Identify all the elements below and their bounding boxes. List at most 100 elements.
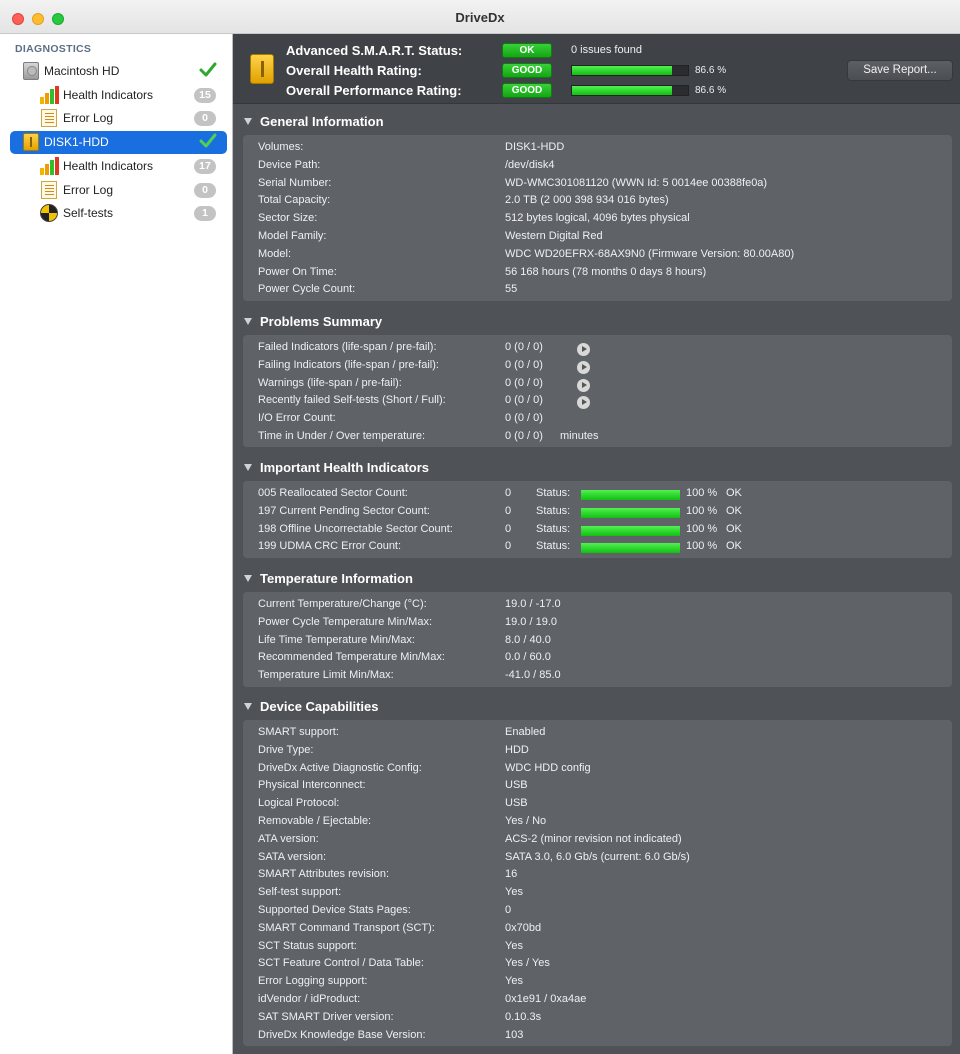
sidebar-item-label: Self-tests	[63, 206, 114, 220]
row-value: 0x1e91 / 0xa4ae	[505, 993, 587, 1005]
row-label: SMART Command Transport (SCT):	[258, 921, 435, 934]
row-value: 0 (0 / 0)	[505, 341, 543, 353]
row-value: 0	[505, 540, 512, 553]
indicator-state: OK	[726, 522, 742, 535]
section-title: General Information	[260, 114, 384, 129]
row-value: -41.0 / 85.0	[505, 669, 561, 682]
row-label: Model Family:	[258, 230, 327, 242]
section-toggle-general-information[interactable]: General Information	[244, 114, 384, 129]
status-pill: OK	[502, 43, 552, 58]
main-content: Advanced S.M.A.R.T. Status: OK 0 issues …	[233, 34, 960, 1054]
row-value: 19.0 / -17.0	[505, 598, 561, 610]
section-title: Device Capabilities	[260, 699, 379, 714]
row-label: Recommended Temperature Min/Max:	[258, 651, 445, 664]
bar-fill	[581, 525, 680, 536]
row-label: Model:	[258, 247, 292, 260]
indicator-state: OK	[726, 504, 742, 517]
row-label: SAT SMART Driver version:	[258, 1010, 394, 1023]
bar-fill	[572, 86, 673, 95]
performance-rating-percent: 86.6 %	[695, 85, 727, 96]
row-value: Yes	[505, 975, 523, 988]
self-test-icon	[40, 204, 58, 222]
indicator-level-bar	[581, 543, 680, 554]
row-value: Enabled	[505, 726, 546, 738]
row-label: Failing Indicators (life-span / pre-fail…	[258, 358, 439, 371]
details-arrow-button[interactable]	[577, 396, 590, 410]
row-label: SMART Attributes revision:	[258, 868, 390, 881]
count-badge: 1	[194, 206, 216, 221]
row-label: Volumes:	[258, 141, 304, 153]
indicator-percent: 100 %	[686, 487, 718, 499]
row-value: SATA 3.0, 6.0 Gb/s (current: 6.0 Gb/s)	[505, 850, 690, 863]
details-arrow-button[interactable]	[577, 378, 590, 392]
sidebar-item-error-log[interactable]: Error Log 0	[10, 179, 227, 202]
row-label: Time in Under / Over temperature:	[258, 430, 426, 442]
sidebar-item-disk1-hdd[interactable]: DISK1-HDD	[10, 131, 227, 154]
indicator-state: OK	[726, 540, 742, 553]
sidebar-item-health-indicators[interactable]: Health Indicators 17	[10, 155, 227, 178]
row-value: Yes / Yes	[505, 957, 550, 970]
window-title: DriveDx	[455, 10, 505, 25]
row-label: Error Logging support:	[258, 975, 368, 988]
status-header: Advanced S.M.A.R.T. Status: OK 0 issues …	[233, 34, 960, 104]
details-arrow-button[interactable]	[577, 343, 590, 356]
section-toggle-device-capabilities[interactable]: Device Capabilities	[244, 699, 379, 714]
row-value: 512 bytes logical, 4096 bytes physical	[505, 212, 690, 225]
row-value: Yes	[505, 886, 523, 899]
row-value: Yes	[505, 939, 523, 952]
disclosure-triangle-icon	[244, 575, 252, 582]
sidebar-item-self-tests[interactable]: Self-tests 1	[10, 202, 227, 225]
section-toggle-health-indicators[interactable]: Important Health Indicators	[244, 460, 429, 475]
health-bars-icon	[40, 157, 59, 175]
section-toggle-temperature-information[interactable]: Temperature Information	[244, 571, 413, 586]
sidebar-item-error-log[interactable]: Error Log 0	[10, 107, 227, 130]
section-title: Problems Summary	[260, 314, 383, 329]
row-value: 0	[505, 504, 512, 517]
indicator-percent: 100 %	[686, 504, 718, 517]
document-icon	[41, 109, 57, 127]
row-value: USB	[505, 797, 528, 810]
row-value: 56 168 hours (78 months 0 days 8 hours)	[505, 265, 707, 278]
sidebar-item-label: DISK1-HDD	[44, 135, 109, 149]
details-arrow-button[interactable]	[577, 360, 590, 374]
row-label: Supported Device Stats Pages:	[258, 904, 411, 916]
row-value: 19.0 / 19.0	[505, 615, 557, 628]
row-label: Warnings (life-span / pre-fail):	[258, 376, 402, 389]
row-label: 198 Offline Uncorrectable Sector Count:	[258, 522, 453, 535]
sidebar-item-macintosh-hd[interactable]: Macintosh HD	[10, 60, 227, 83]
row-label: Power On Time:	[258, 265, 337, 278]
row-label: Power Cycle Count:	[258, 283, 356, 296]
disclosure-triangle-icon	[244, 118, 252, 125]
indicator-percent: 100 %	[686, 540, 718, 553]
count-badge: 0	[194, 183, 216, 198]
indicator-state: OK	[726, 487, 742, 499]
row-label: DriveDx Knowledge Base Version:	[258, 1028, 426, 1041]
row-label: Recently failed Self-tests (Short / Full…	[258, 394, 446, 407]
row-value: DISK1-HDD	[505, 141, 565, 153]
status-label: Status:	[536, 487, 571, 499]
title-bar: DriveDx	[0, 0, 960, 34]
row-label: SATA version:	[258, 850, 327, 863]
row-label: Serial Number:	[258, 176, 332, 189]
checkmark-icon	[199, 62, 217, 77]
issues-text: 0 issues found	[571, 44, 642, 56]
row-value: WDC WD20EFRX-68AX9N0 (Firmware Version: …	[505, 247, 795, 260]
row-label: Removable / Ejectable:	[258, 815, 372, 827]
bar-fill	[581, 543, 680, 554]
save-report-button[interactable]: Save Report...	[847, 60, 953, 81]
row-label: 005 Reallocated Sector Count:	[258, 487, 408, 499]
row-value: 2.0 TB (2 000 398 934 016 bytes)	[505, 194, 669, 207]
hard-drive-icon	[23, 62, 39, 80]
section-title: Important Health Indicators	[260, 460, 430, 475]
sidebar-item-health-indicators[interactable]: Health Indicators 15	[10, 84, 227, 107]
disclosure-triangle-icon	[244, 464, 252, 471]
indicator-level-bar	[581, 507, 680, 518]
smart-status-label: Advanced S.M.A.R.T. Status:	[286, 43, 463, 58]
status-pill: GOOD	[502, 63, 552, 78]
unit-label: minutes	[560, 430, 599, 442]
sidebar-item-label: Health Indicators	[63, 88, 154, 102]
disclosure-triangle-icon	[244, 318, 252, 325]
row-label: 199 UDMA CRC Error Count:	[258, 540, 402, 553]
problems-summary-panel: Failed Indicators (life-span / pre-fail)…	[243, 335, 952, 447]
section-toggle-problems-summary[interactable]: Problems Summary	[244, 314, 382, 329]
